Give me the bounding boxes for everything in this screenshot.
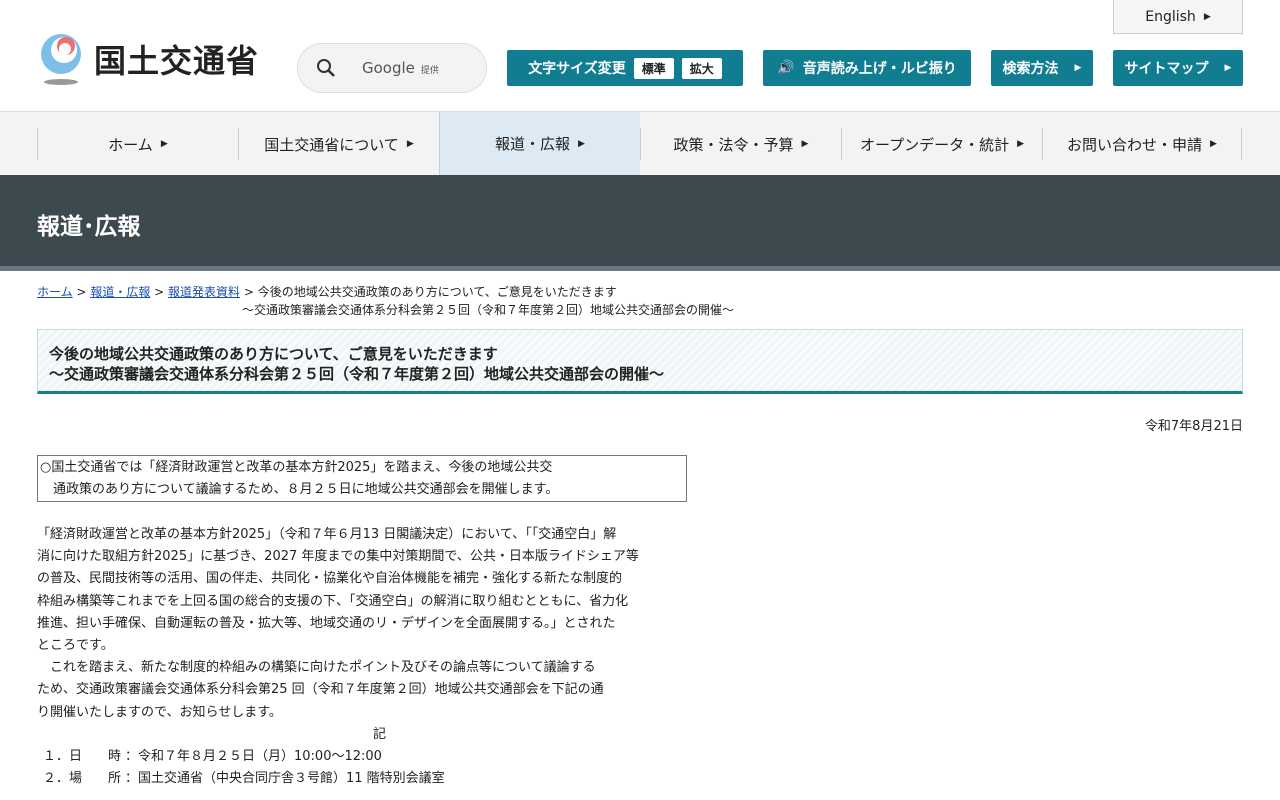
section-title: 報道･広報 [37,214,141,240]
triangle-right-icon: ▶ [1074,63,1082,73]
summary-box: ○国土交通省では「経済財政運営と改革の基本方針2025」を踏まえ、今後の地域公共… [37,455,687,502]
nav-label: ホーム [108,135,153,154]
logo-mark-icon [41,34,81,85]
body-line: 消に向けた取組方針2025」に基づき、2027 年度までの集中対策期間で、公共・… [37,549,639,565]
breadcrumb: ホーム > 報道・広報 > 報道発表資料 > 今後の地域公共交通政策のあり方につ… [37,285,735,317]
nav-label: 政策・法令・予算 [673,135,794,154]
speech-label: 音声読み上げ・ルビ振り [802,61,957,77]
summary-line: 通政策のあり方について議論するため、８月２５日に地域公共交通部会を開催します。 [40,482,559,497]
detail-value: ：国土交通省（中央合同庁舎３号館）11 階特別会議室 [125,771,445,787]
sitemap-button[interactable]: サイトマップ ▶ [1113,50,1243,86]
body-line: ところです。 [37,638,114,654]
body-line: これを踏まえ、新たな制度的枠組みの構築に向けたポイント及びその論点等について議論… [37,660,596,676]
font-standard-button[interactable]: 標準 [633,57,674,79]
breadcrumb-press[interactable]: 報道・広報 [90,285,150,299]
release-date: 令和7年8月21日 [1144,419,1243,434]
speaker-icon: 🔊 [777,60,795,76]
page-title: 今後の地域公共交通政策のあり方について、ご意見をいただきます ～交通政策審議会交通… [37,329,1243,394]
logo-text: 国土交通省 [94,42,260,80]
english-label: English [1145,8,1196,25]
global-nav: ホーム ▶ 国土交通省について ▶ 報道・広報 ▶ 政策・法令・予算 ▶ オープンデータ… [0,111,1280,175]
triangle-right-icon: ▶ [406,139,414,149]
search-provider: Google [362,59,415,77]
search-provided: 提供 [420,66,439,76]
english-link[interactable]: English ▶ [1113,0,1243,34]
search-method-button[interactable]: 検索方法 ▶ [991,50,1093,86]
title-subline: ～交通政策審議会交通体系分科会第２５回（令和７年度第２回）地域公共交通部会の開催… [49,365,665,383]
triangle-right-icon: ▶ [801,139,809,149]
body-line: ため、交通政策審議会交通体系分科会第25 回（令和７年度第２回）地域公共交通部会… [37,682,604,698]
nav-about[interactable]: 国土交通省について ▶ [238,128,439,160]
nav-contact[interactable]: お問い合わせ・申請 ▶ [1042,128,1242,160]
detail-label: 場 所 [69,771,122,787]
body-line: 枠組み構築等これまでを上回る国の総合的支援の下、「交通空白」の解消に取り組むとと… [37,593,629,609]
breadcrumb-releases[interactable]: 報道発表資料 [168,285,240,299]
nav-label: 報道・広報 [495,135,571,153]
detail-num: １． [42,749,69,765]
nav-label: 国土交通省について [264,135,399,154]
detail-row: １．日 時：令和７年８月２５日（月）10:00～12:00 [37,746,697,768]
speech-button[interactable]: 🔊 音声読み上げ・ルビ振り [763,50,971,86]
nav-policy[interactable]: 政策・法令・予算 ▶ [640,128,841,160]
sitemap-label: サイトマップ [1124,61,1209,77]
nav-press[interactable]: 報道・広報 ▶ [439,112,640,175]
triangle-right-icon: ▶ [160,139,168,149]
body-text: 「経済財政運営と改革の基本方針2025」（令和７年６月13 日閣議決定）において… [37,524,697,790]
detail-row: ２．場 所：国土交通省（中央合同庁舎３号館）11 階特別会議室 [37,768,697,790]
nav-label: お問い合わせ・申請 [1067,135,1203,154]
body-line: り開催いたしますので、お知らせします。 [37,704,282,720]
font-large-button[interactable]: 拡大 [681,57,722,79]
triangle-right-icon: ▶ [1017,139,1025,149]
body-line: 推進、担い手確保、自動運転の普及・拡大等、地域交通のリ・デザインを全面展開する。… [37,615,616,631]
triangle-right-icon: ▶ [578,138,585,149]
breadcrumb-current: 今後の地域公共交通政策のあり方について、ご意見をいただきます [257,285,617,299]
body-line: 「経済財政運営と改革の基本方針2025」（令和７年６月13 日閣議決定）において… [37,527,617,542]
triangle-right-icon: ▶ [1203,11,1211,22]
section-banner: 報道･広報 [0,175,1280,271]
nav-opendata[interactable]: オープンデータ・統計 ▶ [841,128,1042,160]
title-line: 今後の地域公共交通政策のあり方について、ご意見をいただきます [49,345,498,363]
font-size-label: 文字サイズ変更 [528,61,626,77]
summary-line: ○国土交通省では「経済財政運営と改革の基本方針2025」を踏まえ、今後の地域公共… [40,460,553,475]
breadcrumb-home[interactable]: ホーム [37,285,73,299]
search-icon [317,59,335,77]
detail-label: 日 時 [69,749,122,765]
ki-heading: 記 [372,726,386,742]
site-search[interactable]: Google 提供 [297,43,487,93]
mlit-logo[interactable]: 国土交通省 [36,32,259,86]
triangle-right-icon: ▶ [1224,63,1232,73]
triangle-right-icon: ▶ [1210,139,1217,149]
nav-label: オープンデータ・統計 [859,135,1010,154]
search-method-label: 検索方法 [1002,61,1059,77]
detail-num: ２． [42,771,69,787]
font-size-control: 文字サイズ変更 標準 拡大 [507,50,743,86]
breadcrumb-current-sub: ～交通政策審議会交通体系分科会第２５回（令和７年度第２回）地域公共交通部会の開催… [242,303,735,317]
body-line: の普及、民間技術等の活用、国の伴走、共同化・協業化や自治体機能を補完・強化する新… [37,571,623,587]
detail-value: ：令和７年８月２５日（月）10:00～12:00 [125,749,382,765]
nav-home[interactable]: ホーム ▶ [37,128,238,160]
